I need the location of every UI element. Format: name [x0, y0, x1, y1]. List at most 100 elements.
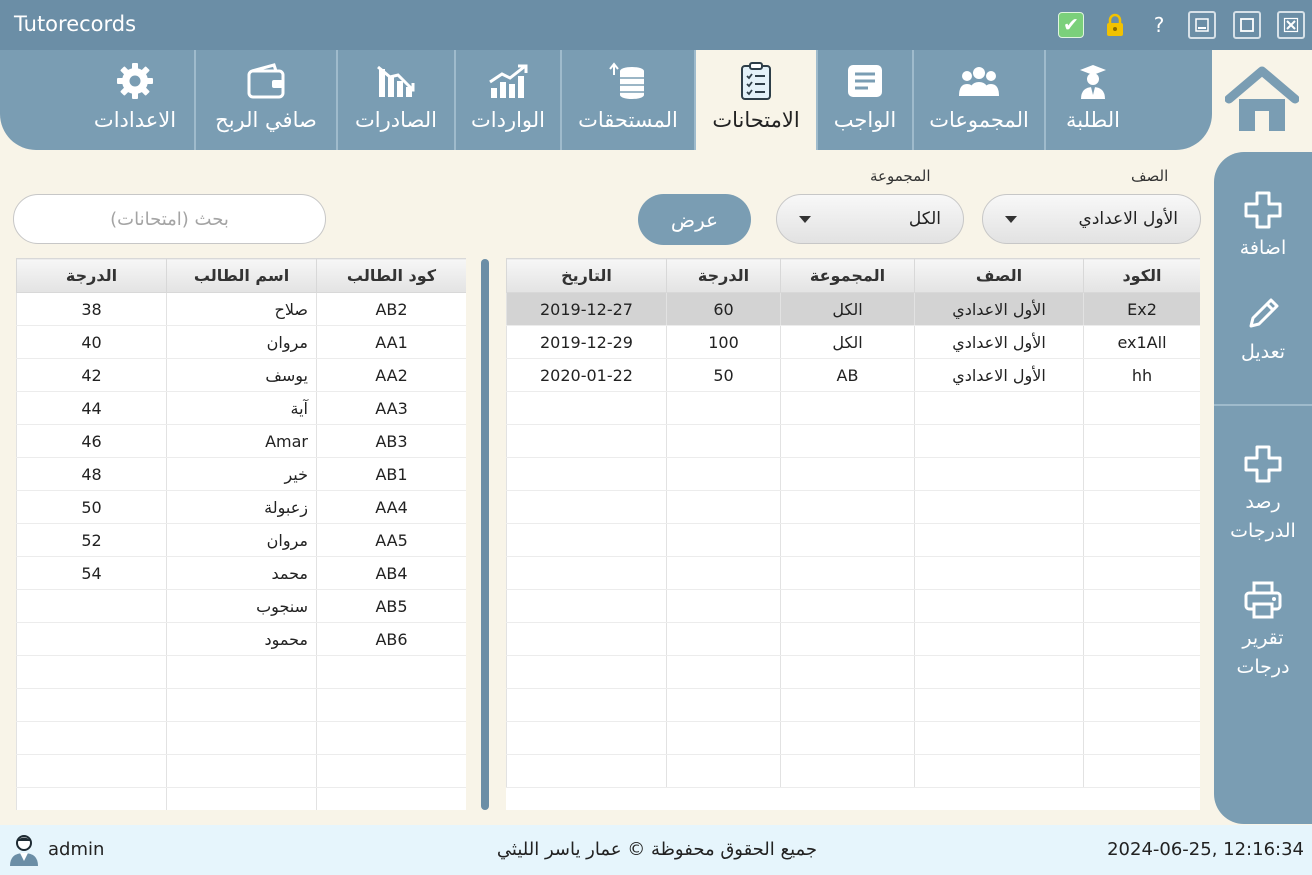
table-cell [914, 424, 1084, 458]
student-row[interactable]: AA4 زعبولة 50 [16, 490, 466, 524]
tab-homework[interactable]: الواجب [816, 50, 912, 150]
student-row[interactable]: AA3 آية 44 [16, 391, 466, 425]
student-row[interactable]: AB3 Amar 46 [16, 424, 466, 458]
table-cell [914, 556, 1084, 590]
add-button[interactable]: اضافة [1214, 190, 1312, 263]
table-cell [506, 490, 667, 524]
home-icon [1225, 66, 1299, 131]
table-cell [16, 589, 167, 623]
table-cell [914, 391, 1084, 425]
check-icon[interactable]: ✔ [1058, 12, 1084, 38]
table-cell: Amar [166, 424, 317, 458]
edit-button[interactable]: تعديل [1214, 294, 1312, 367]
minimize-icon[interactable] [1188, 11, 1216, 39]
column-header[interactable]: الكود [1083, 258, 1200, 293]
table-cell: 42 [16, 358, 167, 392]
column-header[interactable]: الدرجة [666, 258, 781, 293]
table-cell [780, 688, 915, 722]
student-row[interactable]: AB5 سنجوب [16, 589, 466, 623]
table-cell [914, 490, 1084, 524]
table-cell: Ex2 [1083, 292, 1200, 326]
students-table: كود الطالب اسم الطالب الدرجة AB2 صلاح 38 AA1 م… [16, 258, 466, 810]
student-row [16, 787, 466, 810]
table-cell [666, 688, 781, 722]
tab-groups[interactable]: المجموعات [912, 50, 1044, 150]
status-bar: admin جميع الحقوق محفوظة © عمار ياسر الل… [0, 825, 1312, 875]
table-cell: مروان [166, 325, 317, 359]
table-cell [316, 655, 466, 689]
column-header[interactable]: المجموعة [780, 258, 915, 293]
pencil-icon [1249, 298, 1279, 328]
student-row[interactable]: AB2 صلاح 38 [16, 292, 466, 326]
tab-settings[interactable]: الاعدادات [76, 50, 194, 150]
side-divider [1214, 404, 1312, 406]
help-icon[interactable]: ? [1146, 12, 1172, 38]
table-cell [914, 523, 1084, 557]
table-cell: 2020-01-22 [506, 358, 667, 392]
table-cell [780, 523, 915, 557]
table-cell [166, 721, 317, 755]
search-input[interactable] [13, 194, 326, 244]
table-cell: 100 [666, 325, 781, 359]
student-row[interactable]: AB4 محمد 54 [16, 556, 466, 590]
table-cell [16, 688, 167, 722]
class-dropdown[interactable]: الأول الاعدادي [982, 194, 1201, 244]
tab-students[interactable]: الطلبة [1044, 50, 1140, 150]
tab-income[interactable]: الواردات [454, 50, 560, 150]
tab-dues[interactable]: المستحقات [560, 50, 694, 150]
lock-icon[interactable] [1102, 12, 1128, 38]
table-cell [666, 424, 781, 458]
student-row [16, 754, 466, 788]
exam-row[interactable]: hh الأول الاعدادي AB 50 2020-01-22 [506, 358, 1200, 392]
table-cell [506, 655, 667, 689]
table-cell [1083, 523, 1200, 557]
exam-row [506, 424, 1200, 458]
close-icon[interactable] [1277, 11, 1305, 39]
table-cell: AB [780, 358, 915, 392]
copyright-text: جميع الحقوق محفوظة © عمار ياسر الليثي [496, 839, 818, 860]
exam-row[interactable]: ex1All الأول الاعدادي الكل 100 2019-12-29 [506, 325, 1200, 359]
show-button[interactable]: عرض [638, 194, 751, 245]
title-bar: Tutorecords ✔ ? [0, 0, 1312, 50]
table-cell [780, 457, 915, 491]
tab-exams[interactable]: الامتحانات [694, 50, 816, 150]
student-row[interactable]: AA5 مروان 52 [16, 523, 466, 557]
group-dropdown[interactable]: الكل [776, 194, 964, 244]
table-cell [914, 655, 1084, 689]
table-cell [1083, 688, 1200, 722]
panel-splitter[interactable] [481, 259, 489, 810]
maximize-icon[interactable] [1233, 11, 1261, 39]
table-cell: خير [166, 457, 317, 491]
table-cell [780, 754, 915, 788]
student-row[interactable]: AB6 محمود [16, 622, 466, 656]
exam-row[interactable]: Ex2 الأول الاعدادي الكل 60 2019-12-27 [506, 292, 1200, 326]
table-cell [166, 754, 317, 788]
table-cell [666, 391, 781, 425]
table-cell [1083, 556, 1200, 590]
table-cell: AB5 [316, 589, 466, 623]
table-cell: 38 [16, 292, 167, 326]
table-cell [666, 523, 781, 557]
student-row[interactable]: AA2 يوسف 42 [16, 358, 466, 392]
table-cell [780, 424, 915, 458]
column-header[interactable]: اسم الطالب [166, 258, 317, 293]
student-row[interactable]: AB1 خير 48 [16, 457, 466, 491]
table-cell [1083, 457, 1200, 491]
grades-report-button[interactable]: تقرير درجات [1214, 580, 1312, 682]
student-row [16, 688, 466, 722]
table-cell: يوسف [166, 358, 317, 392]
tab-expenses[interactable]: الصادرات [336, 50, 454, 150]
record-grades-button[interactable]: رصد الدرجات [1214, 444, 1312, 546]
table-cell [506, 754, 667, 788]
column-header[interactable]: كود الطالب [316, 258, 466, 293]
table-cell [16, 622, 167, 656]
student-row[interactable]: AA1 مروان 40 [16, 325, 466, 359]
home-button[interactable] [1220, 58, 1304, 142]
column-header[interactable]: الدرجة [16, 258, 167, 293]
table-cell [506, 424, 667, 458]
table-cell [666, 556, 781, 590]
tab-net-profit[interactable]: صافي الربح [194, 50, 336, 150]
table-cell: 2019-12-29 [506, 325, 667, 359]
column-header[interactable]: الصف [914, 258, 1084, 293]
column-header[interactable]: التاريخ [506, 258, 667, 293]
